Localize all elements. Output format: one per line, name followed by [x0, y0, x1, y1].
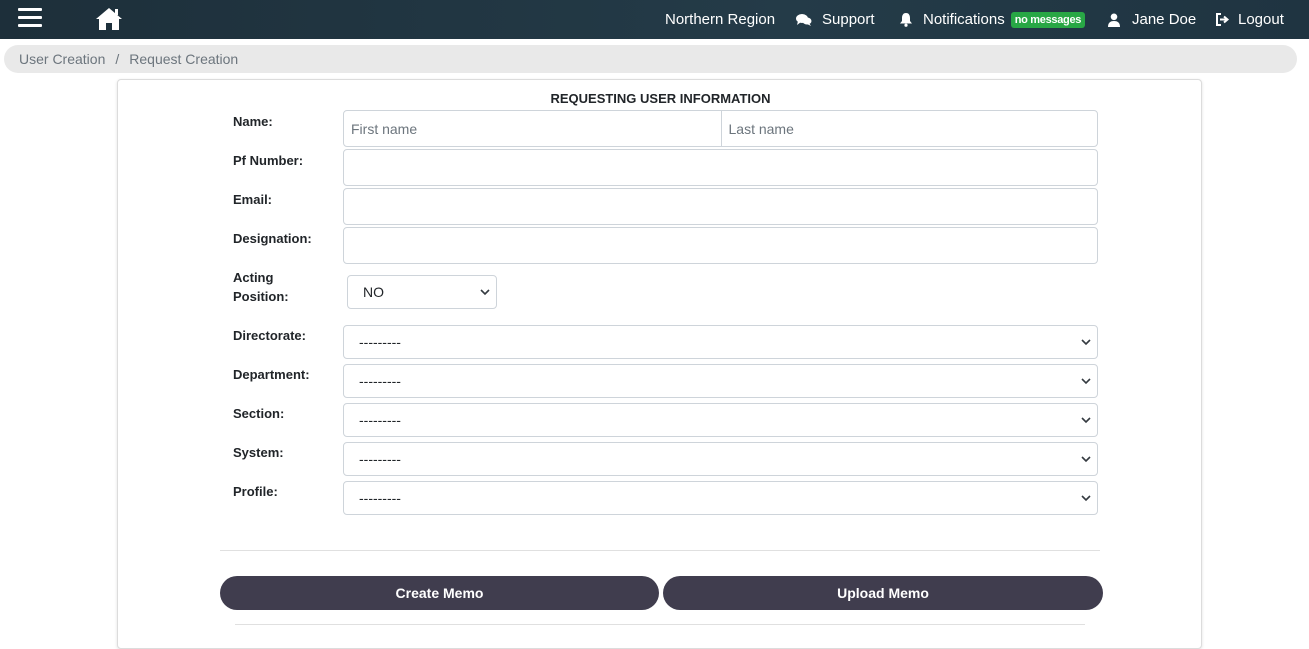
chevron-down-icon — [1081, 339, 1091, 346]
upload-memo-button[interactable]: Upload Memo — [663, 576, 1103, 610]
section-value: --------- — [359, 412, 401, 428]
notifications-label: Notifications — [923, 11, 1005, 28]
department-label: Department: — [233, 367, 310, 382]
system-value: --------- — [359, 451, 401, 467]
top-navbar: Northern Region Support Notifications no… — [0, 0, 1309, 39]
pf-number-input[interactable] — [343, 149, 1098, 186]
system-label: System: — [233, 445, 284, 460]
breadcrumb-request-creation: Request Creation — [129, 51, 239, 67]
department-value: --------- — [359, 373, 401, 389]
user-menu[interactable]: Jane Doe — [1108, 0, 1196, 39]
breadcrumb-separator: / — [115, 51, 120, 67]
last-name-input[interactable]: Last name — [720, 111, 1098, 146]
email-input[interactable] — [343, 188, 1098, 225]
email-label: Email: — [233, 192, 273, 207]
profile-label: Profile: — [233, 484, 278, 499]
support-label: Support — [822, 11, 875, 28]
support-link[interactable]: Support — [796, 0, 875, 39]
region-label: Northern Region — [665, 11, 776, 28]
acting-label-line1: Acting — [233, 270, 274, 285]
breadcrumb: User Creation / Request Creation — [4, 45, 1297, 73]
bottom-divider — [235, 624, 1085, 625]
acting-position-value: NO — [363, 284, 384, 300]
pf-number-label: Pf Number: — [233, 153, 304, 168]
chevron-down-icon — [1081, 456, 1091, 463]
home-icon[interactable] — [95, 6, 123, 32]
hamburger-menu-icon[interactable] — [18, 8, 42, 28]
bell-icon — [900, 13, 912, 27]
section-label: Section: — [233, 406, 285, 421]
acting-position-label: Acting Position: — [233, 268, 289, 306]
department-select[interactable]: --------- — [343, 364, 1098, 398]
user-name: Jane Doe — [1132, 11, 1197, 28]
comments-icon — [796, 13, 812, 26]
sign-out-icon — [1216, 13, 1230, 26]
chevron-down-icon — [1081, 378, 1091, 385]
designation-input[interactable] — [343, 227, 1098, 264]
directorate-value: --------- — [359, 334, 401, 350]
acting-position-select[interactable]: NO — [347, 275, 497, 309]
logout-link[interactable]: Logout — [1216, 0, 1284, 39]
request-form-card: REQUESTING USER INFORMATION Name: First … — [117, 79, 1202, 649]
name-label: Name: — [233, 114, 273, 129]
chevron-down-icon — [1081, 417, 1091, 424]
create-memo-button[interactable]: Create Memo — [220, 576, 659, 610]
section-title: REQUESTING USER INFORMATION — [550, 91, 771, 106]
user-icon — [1108, 13, 1120, 27]
name-field-group: First name Last name — [343, 110, 1098, 147]
notifications-link[interactable]: Notifications no messages — [899, 0, 1086, 39]
region-link[interactable]: Northern Region — [665, 0, 775, 39]
profile-value: --------- — [359, 490, 401, 506]
form-divider — [220, 550, 1100, 551]
directorate-select[interactable]: --------- — [343, 325, 1098, 359]
chevron-down-icon — [1081, 495, 1091, 502]
logout-label: Logout — [1238, 11, 1284, 28]
section-select[interactable]: --------- — [343, 403, 1098, 437]
first-name-input[interactable]: First name — [344, 111, 721, 146]
notifications-badge: no messages — [1010, 11, 1086, 28]
profile-select[interactable]: --------- — [343, 481, 1098, 515]
designation-label: Designation: — [233, 231, 312, 246]
system-select[interactable]: --------- — [343, 442, 1098, 476]
chevron-down-icon — [480, 289, 490, 296]
directorate-label: Directorate: — [233, 328, 306, 343]
breadcrumb-user-creation[interactable]: User Creation — [19, 51, 105, 67]
acting-label-line2: Position: — [233, 289, 289, 304]
